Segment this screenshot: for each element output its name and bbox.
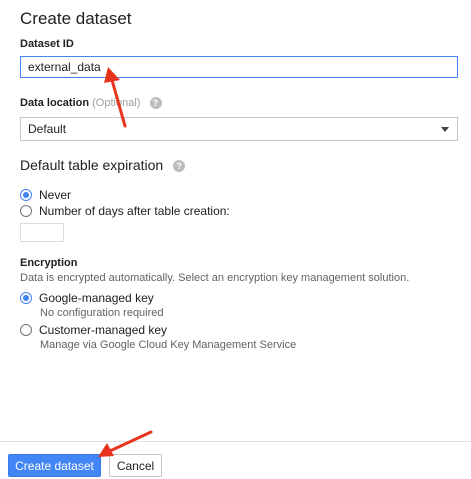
expiration-heading: Default table expiration ?: [20, 157, 186, 173]
data-location-select[interactable]: Default: [20, 117, 458, 141]
help-icon[interactable]: ?: [173, 160, 186, 173]
encryption-description: Data is encrypted automatically. Select …: [20, 272, 410, 284]
radio-google-managed-key-label: Google-managed key: [39, 291, 154, 305]
create-dataset-button[interactable]: Create dataset: [8, 454, 101, 477]
radio-button-checked[interactable]: [20, 189, 32, 201]
radio-button[interactable]: [20, 205, 32, 217]
customer-managed-key-sublabel: Manage via Google Cloud Key Management S…: [40, 339, 297, 351]
chevron-down-icon: [441, 127, 449, 132]
radio-number-of-days[interactable]: Number of days after table creation:: [20, 204, 230, 218]
days-input[interactable]: [20, 223, 64, 242]
radio-button[interactable]: [20, 324, 32, 336]
dialog-title: Create dataset: [20, 9, 132, 28]
footer-divider: [0, 441, 471, 442]
encryption-heading: Encryption: [20, 257, 78, 269]
radio-number-of-days-label: Number of days after table creation:: [39, 204, 230, 218]
data-location-label: Data location (Optional) ?: [20, 97, 162, 110]
radio-customer-managed-key-label: Customer-managed key: [39, 323, 168, 337]
optional-label: (Optional): [92, 97, 141, 109]
radio-never[interactable]: Never: [20, 188, 71, 202]
expiration-heading-text: Default table expiration: [20, 157, 164, 173]
help-icon[interactable]: ?: [149, 97, 162, 110]
dataset-id-input[interactable]: [20, 56, 458, 78]
data-location-label-text: Data location: [20, 97, 90, 109]
dataset-id-label: Dataset ID: [20, 38, 74, 50]
create-dataset-panel: Create dataset Dataset ID Data location …: [0, 0, 471, 479]
radio-button-checked[interactable]: [20, 292, 32, 304]
data-location-value: Default: [28, 122, 67, 136]
radio-customer-managed-key[interactable]: Customer-managed key: [20, 323, 167, 337]
radio-never-label: Never: [39, 188, 72, 202]
google-managed-key-sublabel: No configuration required: [40, 307, 164, 319]
radio-google-managed-key[interactable]: Google-managed key: [20, 291, 154, 305]
cancel-button[interactable]: Cancel: [109, 454, 162, 477]
